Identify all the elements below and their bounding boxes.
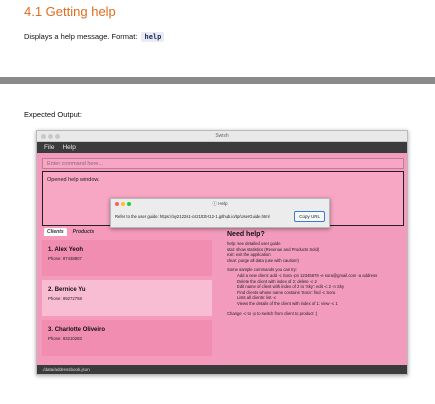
client-card[interactable]: 2. Bernice Yu Phone: 99272758 (42, 280, 212, 316)
window-title: Swish (215, 133, 229, 139)
help-icon: ⓘ (212, 201, 217, 206)
window-titlebar: Swish (37, 131, 407, 142)
description-text: Displays a help message. Format: (24, 32, 138, 41)
help-line: Change -c to -p to switch from client to… (227, 310, 318, 316)
popup-title: ⓘ Help (212, 201, 228, 206)
client-phone: Phone: 93210283 (48, 336, 82, 341)
app-window: Swish File Help Enter command here... Op… (36, 130, 408, 375)
client-list[interactable]: 1. Alex Yeoh Phone: 87438807 2. Bernice … (42, 240, 212, 363)
expected-output-label: Expected Output: (24, 110, 82, 119)
client-card[interactable]: 3. Charlotte Oliveiro Phone: 93210283 (42, 320, 212, 356)
client-phone: Phone: 87438807 (48, 256, 82, 261)
help-line: Add a new client: add -c Sora -pn 123456… (237, 272, 378, 278)
client-name: 1. Alex Yeoh (48, 247, 84, 253)
tab-clients[interactable]: Clients (44, 228, 67, 236)
help-title: Need help? (227, 231, 265, 238)
popup-titlebar: ⓘ Help (111, 199, 329, 209)
help-panel: Need help? help: see detailed user guide… (222, 226, 404, 363)
status-bar: ./data/addressbook.json (37, 365, 407, 374)
client-card[interactable]: 1. Alex Yeoh Phone: 87438807 (42, 240, 212, 276)
menu-help[interactable]: Help (62, 144, 75, 151)
help-lines: help: see detailed user guide stat: show … (227, 241, 399, 316)
client-name: 3. Charlotte Oliveiro (48, 327, 106, 333)
client-phone: Phone: 99272758 (48, 296, 82, 301)
format-code: help (141, 32, 165, 42)
menu-bar: File Help (37, 142, 407, 153)
menu-file[interactable]: File (44, 144, 54, 151)
copy-url-button[interactable]: Copy URL (294, 211, 325, 222)
section-description: Displays a help message. Format: help (24, 32, 165, 42)
help-popup-window: ⓘ Help Refer to the user guide: https://… (110, 198, 330, 228)
command-input[interactable]: Enter command here... (42, 158, 404, 169)
popup-body: Refer to the user guide: https://ay2122s… (111, 209, 329, 224)
tab-products[interactable]: Products (70, 228, 98, 236)
section-heading: 4.1 Getting help (24, 4, 116, 19)
client-name: 2. Bernice Yu (48, 287, 86, 293)
section-divider (0, 77, 435, 84)
user-guide-link-text: Refer to the user guide: https://ay2122s… (115, 214, 270, 219)
left-panel: Clients Products 1. Alex Yeoh Phone: 874… (42, 226, 212, 363)
